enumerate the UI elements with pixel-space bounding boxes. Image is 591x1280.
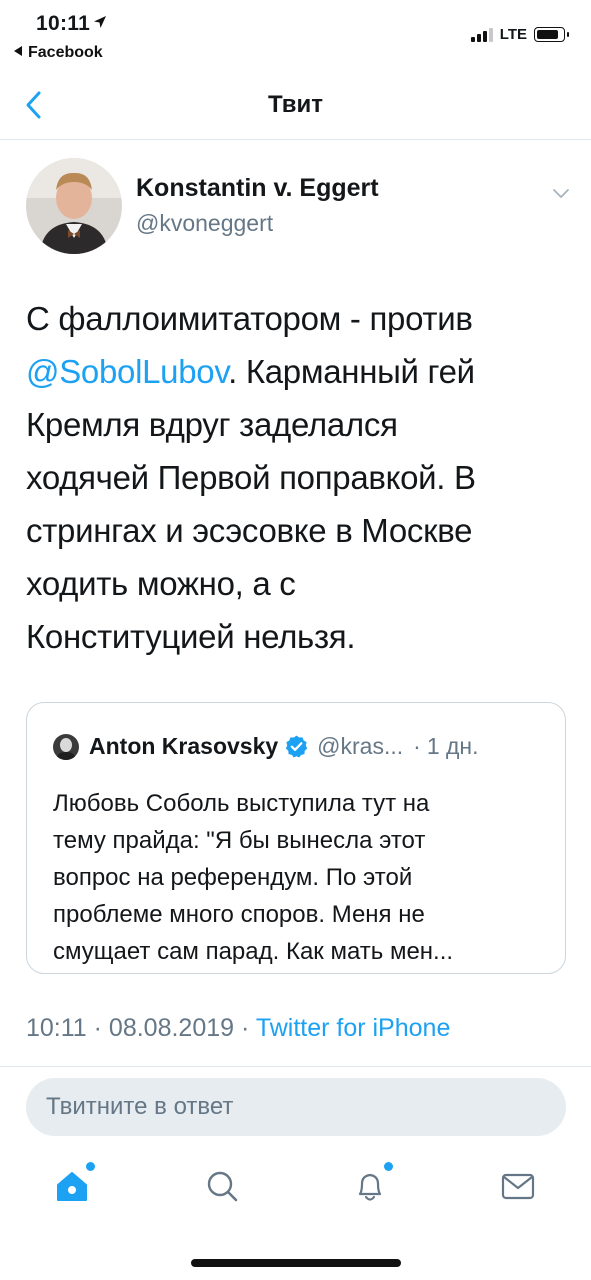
status-time-label: 10:11: [36, 12, 91, 35]
reply-input[interactable]: Твитните в ответ: [26, 1078, 566, 1136]
battery-icon: [534, 27, 569, 42]
status-time: 10:11: [36, 12, 107, 36]
author-handle[interactable]: @kvoneggert: [136, 210, 273, 237]
avatar[interactable]: [26, 158, 122, 254]
tab-bar: [0, 1150, 591, 1230]
tweet-line: ходячей Первой поправкой. В: [26, 459, 476, 496]
tweet-timestamp: 10:11 · 08.08.2019 ·: [26, 1014, 256, 1042]
quoted-tweet-header: Anton Krasovsky @kras... · 1 дн.: [53, 733, 479, 760]
tab-messages[interactable]: [498, 1166, 538, 1206]
network-label: LTE: [499, 26, 527, 43]
tweet-line: @SobolLubov. Карманный гей: [26, 353, 475, 390]
back-triangle-icon: [14, 46, 22, 56]
quoted-avatar: [53, 733, 79, 760]
tab-home[interactable]: [52, 1162, 95, 1206]
page-title: Твит: [267, 91, 323, 118]
quoted-line: Любовь Соболь выступила тут на: [53, 790, 430, 817]
tweet-meta: 10:11 · 08.08.2019 · Twitter for iPhone: [26, 1014, 450, 1043]
chevron-down-icon[interactable]: [550, 182, 572, 204]
verified-badge-icon: [286, 735, 308, 758]
home-indicator[interactable]: [191, 1259, 401, 1267]
tweet-line: Конституцией нельзя.: [26, 618, 356, 655]
search-icon: [207, 1171, 238, 1202]
tweet-line: Кремля вдруг заделался: [26, 406, 398, 443]
quoted-author-name: Anton Krasovsky: [89, 733, 279, 759]
nav-bar: Твит: [0, 70, 591, 140]
quoted-time: 1 дн.: [426, 733, 479, 759]
reply-placeholder: Твитните в ответ: [46, 1093, 234, 1120]
quoted-tweet-text: Любовь Соболь выступила тут на тему прай…: [53, 785, 553, 970]
signal-icon: [470, 27, 493, 42]
quoted-line: смущает сам парад. Как мать мен...: [53, 938, 454, 965]
location-arrow-icon: [94, 16, 107, 28]
divider: [0, 1066, 591, 1067]
back-app-label: Facebook: [28, 44, 103, 61]
quoted-line: вопрос на референдум. По этой: [53, 864, 413, 891]
quoted-line: проблеме много споров. Меня не: [53, 901, 425, 928]
quoted-line: тему прайда: "Я бы вынесла этот: [53, 827, 426, 854]
notifications-badge: [384, 1162, 393, 1171]
tab-search[interactable]: [202, 1166, 242, 1206]
tweet-line: С фаллоимитатором - против: [26, 300, 473, 337]
tweet-line: стрингах и эсэсовке в Москве: [26, 512, 473, 549]
quoted-tweet-card[interactable]: Anton Krasovsky @kras... · 1 дн. Любовь …: [26, 702, 566, 974]
tweet-text: С фаллоимитатором - против @SobolLubov. …: [26, 292, 572, 663]
quoted-separator: ·: [413, 733, 421, 759]
status-bar: 10:11 Facebook LTE: [0, 0, 591, 70]
bell-icon: [358, 1173, 382, 1201]
tweet-header: Konstantin v. Eggert @kvoneggert: [26, 158, 572, 258]
quoted-author-handle: @kras...: [317, 733, 404, 759]
mail-icon: [501, 1173, 535, 1200]
mention-link[interactable]: @SobolLubov: [26, 353, 228, 390]
home-icon: [57, 1172, 87, 1201]
tweet-source-link[interactable]: Twitter for iPhone: [256, 1014, 451, 1042]
battery-fill: [537, 30, 559, 39]
tweet-line: ходить можно, а с: [26, 565, 296, 602]
author-name[interactable]: Konstantin v. Eggert: [136, 174, 379, 203]
tab-notifications[interactable]: [350, 1162, 393, 1206]
status-indicators: LTE: [470, 26, 569, 43]
back-to-app-link[interactable]: Facebook: [14, 44, 103, 62]
home-badge: [86, 1162, 95, 1171]
